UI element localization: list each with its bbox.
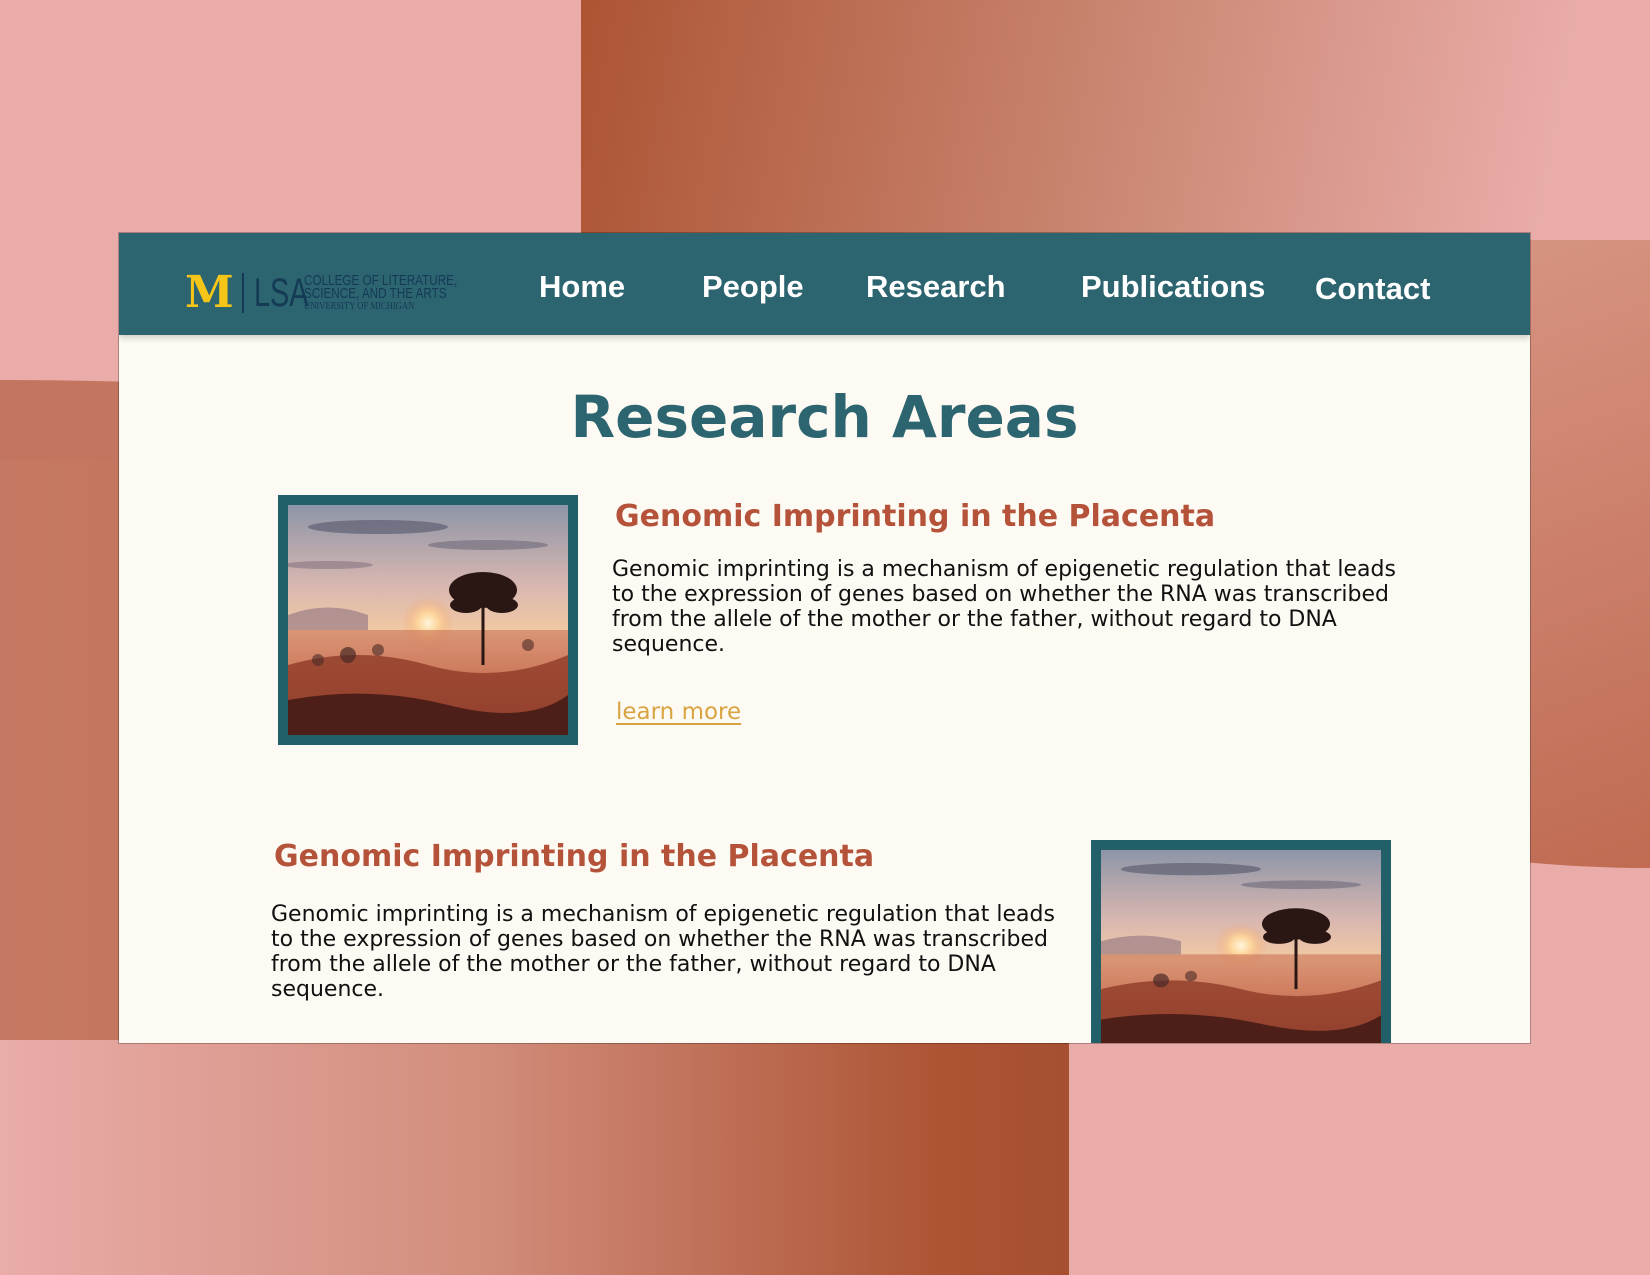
logo-line-3: UNIVERSITY OF MICHIGAN [303, 299, 414, 312]
background-shape-bottom [0, 1040, 1069, 1275]
navbar: M LSA COLLEGE OF LITERATURE, SCIENCE, AN… [119, 233, 1530, 335]
area-2-description: Genomic imprinting is a mechanism of epi… [271, 902, 1055, 1002]
logo-line-2: SCIENCE, AND THE ARTS [303, 284, 447, 302]
area-1-description: Genomic imprinting is a mechanism of epi… [612, 557, 1396, 657]
logo-divider [241, 273, 244, 313]
logo-text: COLLEGE OF LITERATURE, SCIENCE, AND THE … [303, 273, 457, 313]
nav-research[interactable]: Research [866, 269, 1006, 305]
nav-contact[interactable]: Contact [1315, 271, 1430, 307]
area-1-image [278, 495, 578, 745]
sunset-landscape-image [1101, 850, 1381, 1043]
website-mockup: M LSA COLLEGE OF LITERATURE, SCIENCE, AN… [119, 233, 1530, 1043]
page-title: Research Areas [570, 383, 1079, 451]
sunset-landscape-image [288, 505, 568, 735]
nav-home[interactable]: Home [539, 269, 625, 305]
background-shape-top [581, 0, 1650, 240]
area-1-title: Genomic Imprinting in the Placenta [615, 499, 1216, 534]
learn-more-link[interactable]: learn more [616, 699, 741, 725]
area-2-image [1091, 840, 1391, 1043]
nav-publications[interactable]: Publications [1081, 269, 1265, 305]
lsa-logo[interactable]: M LSA COLLEGE OF LITERATURE, SCIENCE, AN… [185, 267, 500, 318]
nav-people[interactable]: People [702, 269, 804, 305]
logo-unit: LSA [253, 271, 309, 315]
area-2-title: Genomic Imprinting in the Placenta [274, 839, 875, 874]
block-m-logo: M [185, 267, 234, 318]
